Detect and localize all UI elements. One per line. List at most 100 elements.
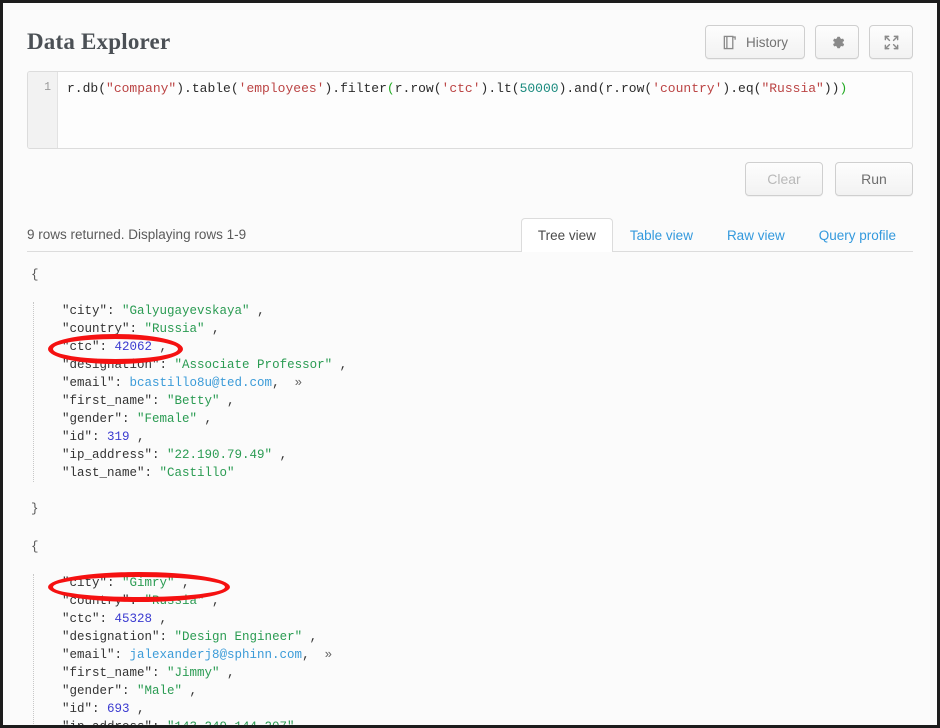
field-comma: , [249, 304, 265, 318]
field-comma: , [219, 666, 235, 680]
field-value: "Jimmy" [167, 666, 220, 680]
field-value-link[interactable]: bcastillo8u@ted.com [130, 376, 273, 390]
code-token: ).and(r.row( [558, 81, 653, 96]
field-comma: , [219, 394, 235, 408]
expand-chevron-icon[interactable]: » [280, 376, 303, 390]
field-colon: : [152, 666, 168, 680]
field-comma: , [129, 702, 145, 716]
query-code[interactable]: r.db("company").table('employees').filte… [58, 72, 912, 148]
rows-returned-status: 9 rows returned. Displaying rows 1-9 [27, 227, 247, 242]
field-comma: , [129, 430, 145, 444]
open-brace: { [31, 268, 39, 282]
field-comma: , [272, 448, 288, 462]
field-row: "id": 693 , [34, 700, 913, 718]
view-tabs: Tree view Table view Raw view Query profile [520, 217, 913, 252]
field-key: "email" [62, 376, 115, 390]
field-comma: , [152, 612, 168, 626]
open-brace: { [31, 540, 39, 554]
field-comma: , [174, 576, 190, 590]
run-button[interactable]: Run [835, 162, 913, 196]
settings-button[interactable] [815, 25, 859, 59]
field-key: "city" [62, 576, 108, 590]
field-row: "designation": "Design Engineer" , [34, 628, 913, 646]
field-key: "city" [62, 304, 108, 318]
field-value: "Gimry" [122, 576, 175, 590]
field-key: "ip_address" [62, 720, 153, 728]
field-comma: , [152, 340, 168, 354]
page-body: Data Explorer History 1 r.db("company").… [3, 3, 937, 725]
code-token: "Russia" [761, 81, 824, 96]
field-row: "email": jalexanderj8@sphinn.com, » [34, 646, 913, 664]
field-colon: : [114, 648, 130, 662]
field-colon: : [152, 720, 168, 728]
field-comma: , [272, 376, 280, 390]
field-row: "city": "Gimry" , [34, 574, 913, 592]
field-value: "Russia" [144, 594, 205, 608]
field-row: "first_name": "Betty" , [34, 392, 913, 410]
line-number-gutter: 1 [28, 72, 58, 148]
field-colon: : [92, 430, 108, 444]
field-row: "city": "Galyugayevskaya" , [34, 302, 913, 320]
field-value: 319 [107, 430, 130, 444]
field-row: "ip_address": "143.249.144.207" , [34, 718, 913, 728]
field-colon: : [152, 448, 168, 462]
code-token: "company" [106, 81, 177, 96]
field-row: "email": bcastillo8u@ted.com, » [34, 374, 913, 392]
field-value: 693 [107, 702, 130, 716]
line-number: 1 [44, 81, 51, 94]
result-document: {"city": "Galyugayevskaya" , "country": "… [27, 266, 913, 536]
field-key: "ctc" [62, 612, 100, 626]
field-comma: , [204, 322, 220, 336]
query-editor[interactable]: 1 r.db("company").table('employees').fil… [27, 71, 913, 149]
field-row: "first_name": "Jimmy" , [34, 664, 913, 682]
field-comma: , [197, 412, 213, 426]
field-comma: , [182, 684, 198, 698]
code-token: ).eq( [722, 81, 762, 96]
field-colon: : [92, 702, 108, 716]
code-token: r.row( [394, 81, 442, 96]
tab-table-view[interactable]: Table view [613, 218, 710, 252]
tab-query-profile[interactable]: Query profile [802, 218, 913, 252]
close-brace: } [31, 502, 39, 516]
field-colon: : [152, 394, 168, 408]
tab-tree-view[interactable]: Tree view [520, 218, 613, 252]
result-document: { "city": "Gimry" , "country": "Russia" , "… [27, 538, 913, 728]
field-colon: : [144, 466, 160, 480]
field-colon: : [107, 576, 123, 590]
field-value: "Associate Professor" [174, 358, 333, 372]
code-token: ).lt( [480, 81, 520, 96]
field-value-link[interactable]: jalexanderj8@sphinn.com [130, 648, 303, 662]
field-key: "designation" [62, 630, 160, 644]
field-colon: : [159, 630, 175, 644]
data-explorer-window: Data Explorer History 1 r.db("company").… [0, 0, 940, 728]
code-token: ) [839, 81, 848, 96]
expand-arrows-icon [883, 34, 900, 51]
field-key: "gender" [62, 412, 123, 426]
field-row: "id": 319 , [34, 428, 913, 446]
field-colon: : [107, 304, 123, 318]
page-title: Data Explorer [27, 29, 171, 54]
field-row: "ip_address": "22.190.79.49" , [34, 446, 913, 464]
field-row: "gender": "Female" , [34, 410, 913, 428]
expand-chevron-icon[interactable]: » [310, 648, 333, 662]
field-key: "first_name" [62, 394, 153, 408]
history-button[interactable]: History [704, 25, 805, 59]
code-token: ( [386, 81, 395, 96]
tab-raw-view[interactable]: Raw view [710, 218, 802, 252]
code-token: 'employees' [238, 81, 325, 96]
query-actions: Clear Run [27, 162, 913, 196]
field-value: "Russia" [144, 322, 205, 336]
clear-button[interactable]: Clear [745, 162, 823, 196]
field-value: "Female" [137, 412, 198, 426]
field-key: "ip_address" [62, 448, 153, 462]
document-fields: "city": "Gimry" , "country": "Russia" , "c… [33, 574, 913, 728]
field-key: "id" [62, 430, 93, 444]
field-value: "Betty" [167, 394, 220, 408]
field-value: "Design Engineer" [174, 630, 303, 644]
field-value: "Male" [137, 684, 183, 698]
fullscreen-button[interactable] [869, 25, 913, 59]
field-key: "gender" [62, 684, 123, 698]
